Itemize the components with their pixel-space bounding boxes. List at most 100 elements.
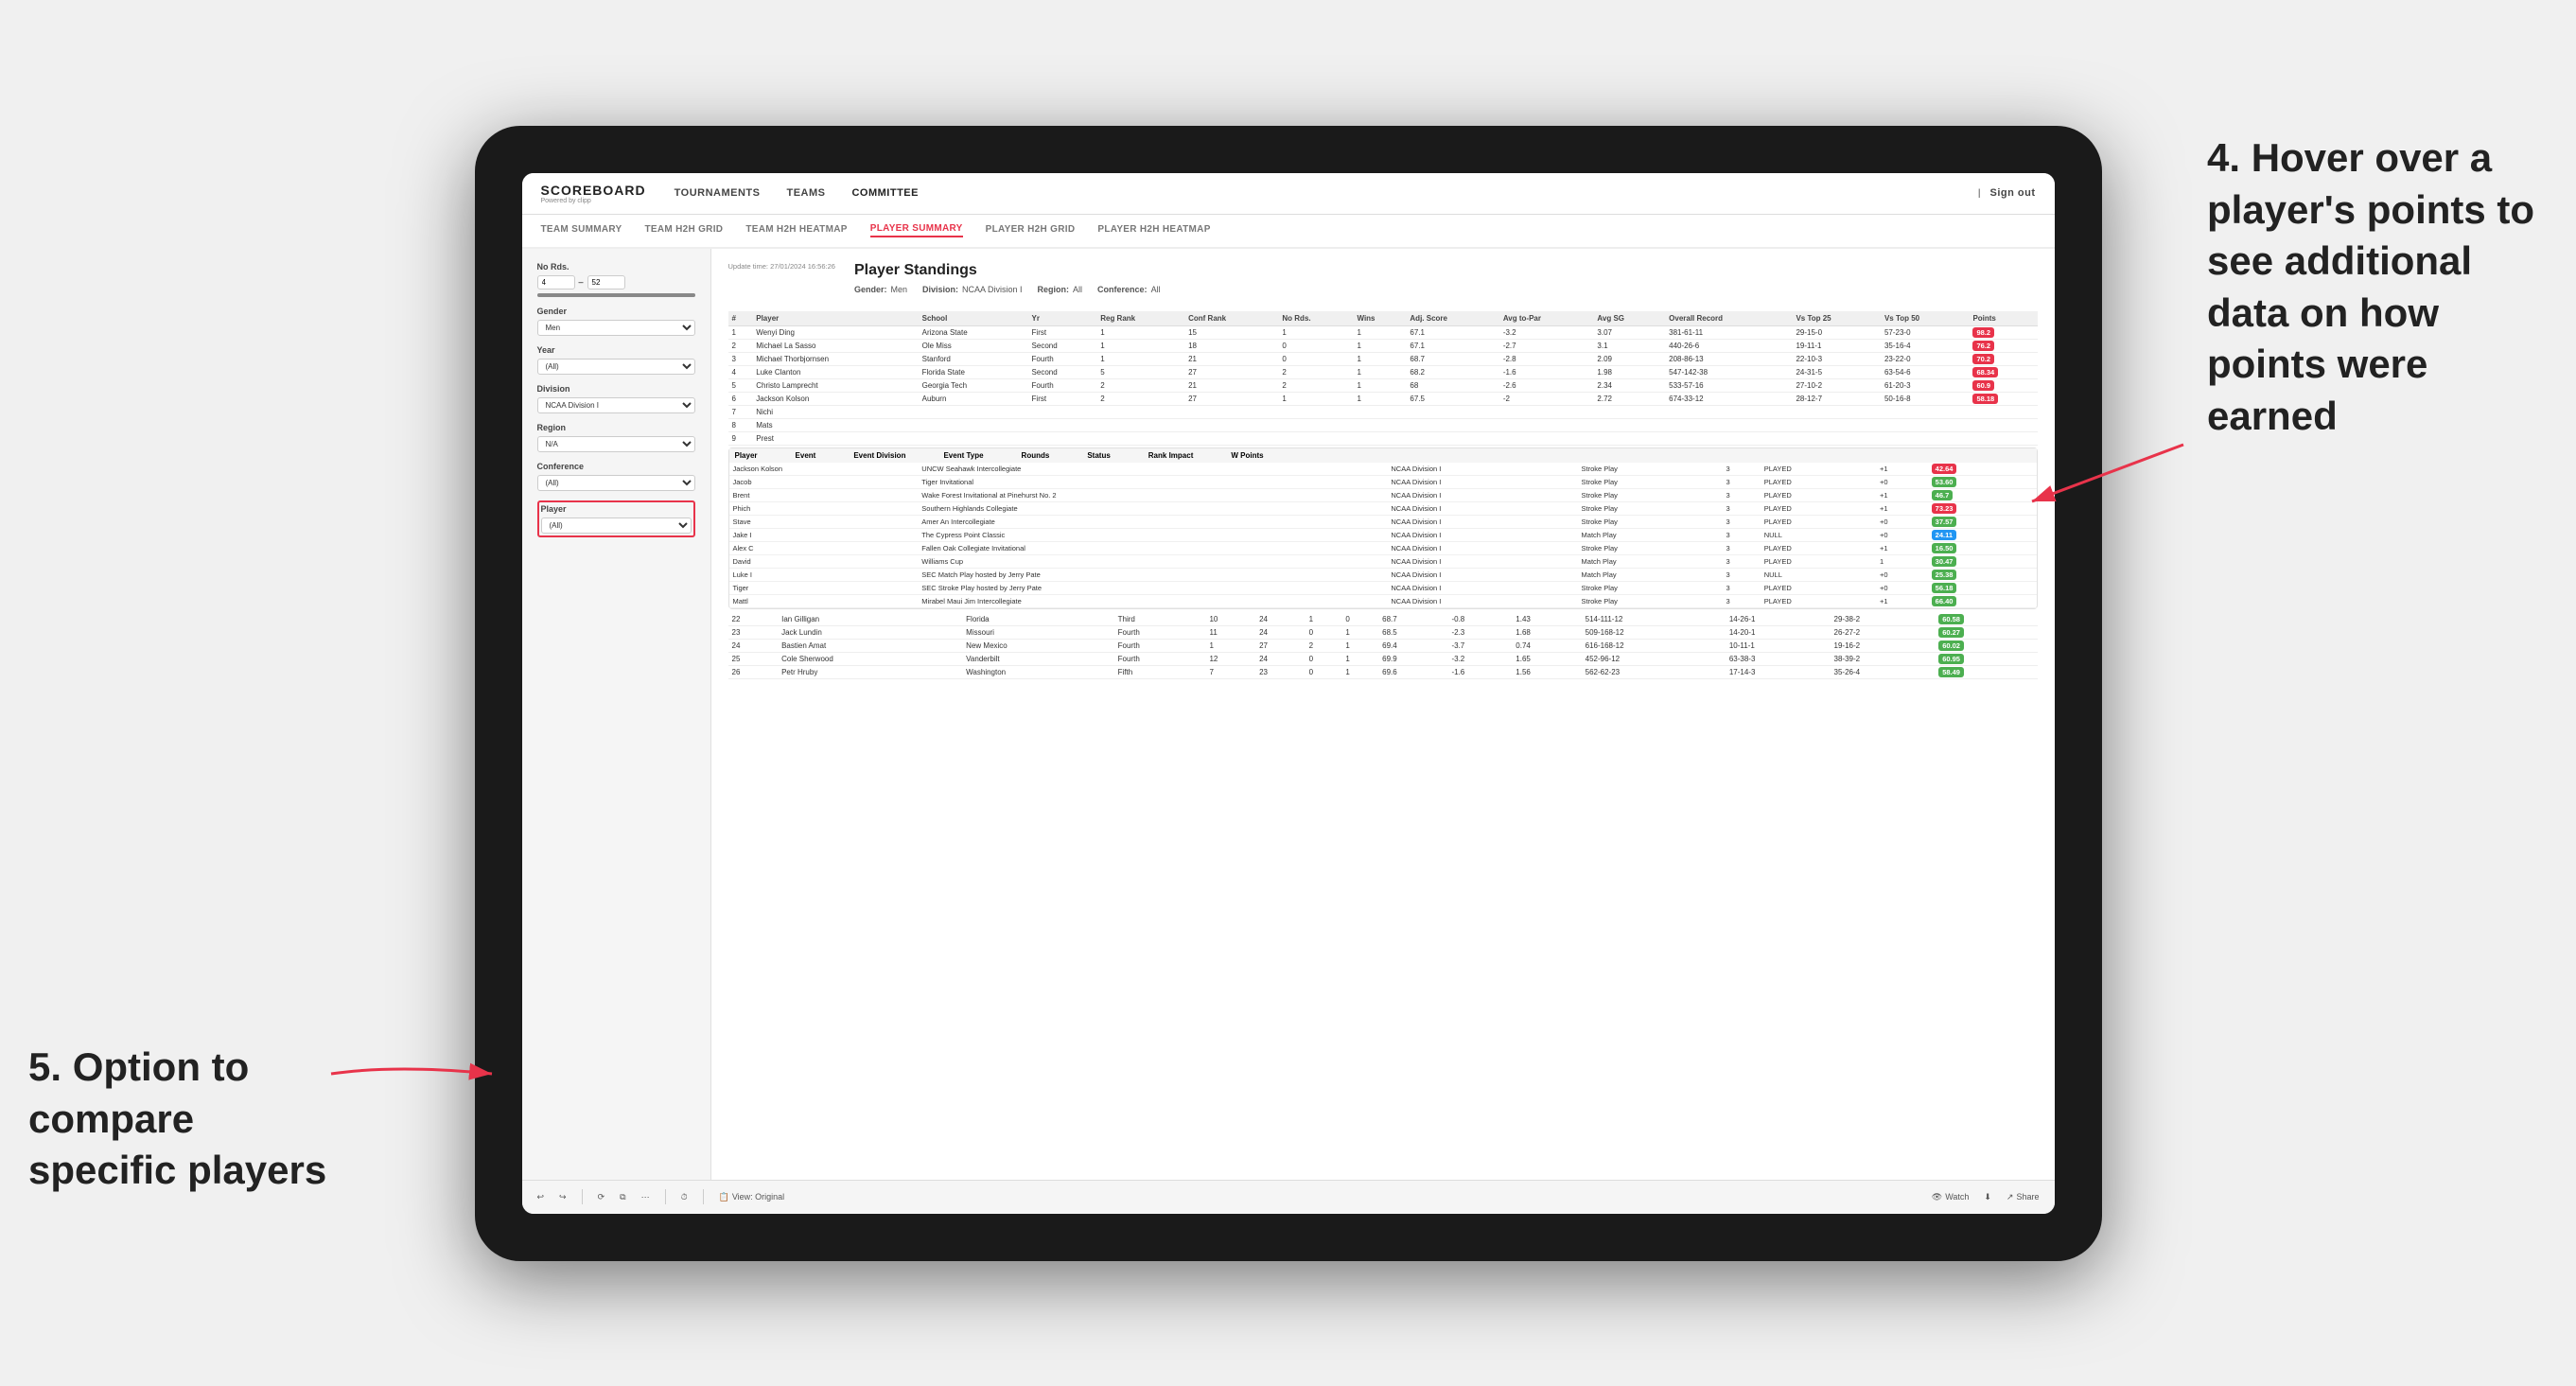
no-rds-label: No Rds. xyxy=(537,262,695,272)
conference-label: Conference xyxy=(537,462,695,471)
expanded-event-row: Luke I SEC Match Play hosted by Jerry Pa… xyxy=(729,568,2037,581)
year-select[interactable]: (All) xyxy=(537,359,695,375)
cell-yr: Fourth xyxy=(1028,352,1097,365)
cell-wins: 1 xyxy=(1353,325,1406,339)
cell-record: 562-62-23 xyxy=(1582,665,1726,678)
ev-status: NULL xyxy=(1761,528,1876,541)
ev-division: NCAA Division I xyxy=(1387,541,1577,554)
cell-points[interactable]: 76.2 xyxy=(1969,339,2037,352)
cell-adj-score: 68.5 xyxy=(1378,625,1447,639)
cell-school: Vanderbilt xyxy=(962,652,1113,665)
nav-tournaments[interactable]: TOURNAMENTS xyxy=(675,187,761,199)
cell-avg-sg: 3.07 xyxy=(1593,325,1665,339)
region-select[interactable]: N/A All xyxy=(537,436,695,452)
ev-type: Stroke Play xyxy=(1578,488,1723,501)
more-button[interactable]: ⋯ xyxy=(641,1192,650,1202)
watch-button[interactable]: 👁 Watch xyxy=(1932,1192,1970,1202)
ev-rounds: 3 xyxy=(1723,528,1761,541)
table-row: 9 Prest xyxy=(728,431,2038,445)
ev-status: PLAYED xyxy=(1761,515,1876,528)
ev-w-points: 16.50 xyxy=(1928,541,2037,554)
conference-section: Conference (All) xyxy=(537,462,695,491)
sidebar: No Rds. – Gender Men Women xyxy=(522,249,711,1180)
table-row: 25 Cole Sherwood Vanderbilt Fourth 12 24… xyxy=(728,652,2038,665)
cell-player: Michael La Sasso xyxy=(752,339,918,352)
cell-conf-rank: 24 xyxy=(1255,625,1306,639)
ev-rank-impact: +1 xyxy=(1876,488,1928,501)
filter-row: Gender: Men Division: NCAA Division I Re… xyxy=(854,285,2038,294)
tab-player-h2h-heatmap[interactable]: PLAYER H2H HEATMAP xyxy=(1097,224,1210,237)
redo-button[interactable]: ↪ xyxy=(559,1192,567,1202)
col-adj-score: Adj. Score xyxy=(1406,311,1498,326)
cell-points[interactable]: 58.49 xyxy=(1935,665,2037,678)
cell-points[interactable]: 68.34 xyxy=(1969,365,2037,378)
nav-committee[interactable]: COMMITTEE xyxy=(851,187,919,199)
ev-w-points: 53.60 xyxy=(1928,475,2037,488)
col-record: Overall Record xyxy=(1665,311,1792,326)
expanded-division-label: Event Division xyxy=(853,451,905,460)
year-label: Year xyxy=(537,345,695,355)
cell-points[interactable]: 60.27 xyxy=(1935,625,2037,639)
table-row: 22 Ian Gilligan Florida Third 10 24 1 0 … xyxy=(728,613,2038,626)
division-select[interactable]: NCAA Division I NCAA Division II xyxy=(537,397,695,413)
region-label: Region xyxy=(537,423,695,432)
division-filter-value: NCAA Division I xyxy=(962,285,1023,294)
gender-select[interactable]: Men Women xyxy=(537,320,695,336)
cell-conf-rank: 23 xyxy=(1255,665,1306,678)
expanded-event-row: Brent Wake Forest Invitational at Pinehu… xyxy=(729,488,2037,501)
cell-rds: 0 xyxy=(1278,352,1353,365)
cell-wins: 1 xyxy=(1341,665,1378,678)
timer-button[interactable]: ⏱ xyxy=(681,1192,688,1202)
ev-event: SEC Stroke Play hosted by Jerry Pate xyxy=(918,581,1387,594)
logo-sub: Powered by clipp xyxy=(541,198,646,204)
player-select[interactable]: (All) xyxy=(541,518,692,534)
undo-button[interactable]: ↩ xyxy=(537,1192,545,1202)
cell-player: Jack Lundin xyxy=(778,625,962,639)
ev-w-points: 56.18 xyxy=(1928,581,2037,594)
cell-conf-rank: 15 xyxy=(1184,325,1278,339)
cell-avg-sg: 1.68 xyxy=(1512,625,1581,639)
col-avg-sg: Avg SG xyxy=(1593,311,1665,326)
cell-vs25: 19-11-1 xyxy=(1792,339,1881,352)
no-rds-min-input[interactable] xyxy=(537,275,575,289)
cell-reg-rank: 1 xyxy=(1096,325,1184,339)
cell-vs50: 35-26-4 xyxy=(1831,665,1936,678)
cell-school: Ole Miss xyxy=(919,339,1028,352)
cell-school: Auburn xyxy=(919,392,1028,405)
cell-conf-rank: 18 xyxy=(1184,339,1278,352)
cell-to-par: -2.8 xyxy=(1499,352,1594,365)
download-button[interactable]: ⬇ xyxy=(1984,1192,1991,1202)
tab-player-summary[interactable]: PLAYER SUMMARY xyxy=(870,223,963,237)
cell-rank: 8 xyxy=(728,418,753,431)
view-original-button[interactable]: 📋 View: Original xyxy=(719,1192,785,1202)
cell-rds: 0 xyxy=(1306,625,1342,639)
ev-w-points: 30.47 xyxy=(1928,554,2037,568)
tab-team-summary[interactable]: TEAM SUMMARY xyxy=(541,224,622,237)
cell-points[interactable]: 60.9 xyxy=(1969,378,2037,392)
no-rds-slider[interactable] xyxy=(537,293,695,297)
tab-player-h2h-grid[interactable]: PLAYER H2H GRID xyxy=(986,224,1076,237)
cell-wins: 1 xyxy=(1341,639,1378,652)
cell-to-par: -2 xyxy=(1499,392,1594,405)
cell-points[interactable]: 98.2 xyxy=(1969,325,2037,339)
cell-to-par: -2.6 xyxy=(1499,378,1594,392)
tab-team-h2h-grid[interactable]: TEAM H2H GRID xyxy=(645,224,724,237)
player-section: Player (All) xyxy=(537,500,695,537)
refresh-button[interactable]: ⟳ xyxy=(598,1192,605,1202)
cell-points[interactable]: 58.18 xyxy=(1969,392,2037,405)
conference-select[interactable]: (All) xyxy=(537,475,695,491)
copy-button[interactable]: ⧉ xyxy=(620,1192,625,1202)
cell-points[interactable]: 60.95 xyxy=(1935,652,2037,665)
cell-points[interactable]: 60.58 xyxy=(1935,613,2037,626)
expanded-event-row: Tiger SEC Stroke Play hosted by Jerry Pa… xyxy=(729,581,2037,594)
tab-team-h2h-heatmap[interactable]: TEAM H2H HEATMAP xyxy=(745,224,847,237)
nav-teams[interactable]: TEAMS xyxy=(786,187,825,199)
cell-points[interactable]: 70.2 xyxy=(1969,352,2037,365)
cell-adj-score: 67.1 xyxy=(1406,325,1498,339)
sign-out-button[interactable]: Sign out xyxy=(1990,187,2036,199)
ev-rounds: 3 xyxy=(1723,594,1761,607)
cell-points[interactable]: 60.02 xyxy=(1935,639,2037,652)
no-rds-max-input[interactable] xyxy=(587,275,625,289)
share-button[interactable]: ↗ Share xyxy=(2006,1192,2040,1202)
ev-player: Tiger xyxy=(729,581,919,594)
